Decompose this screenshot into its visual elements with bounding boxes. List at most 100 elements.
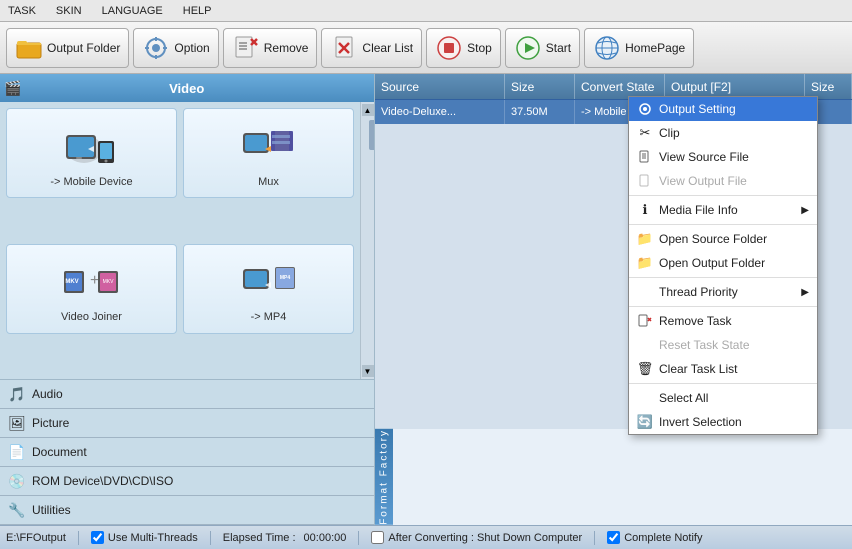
scroll-thumb[interactable] — [369, 120, 375, 150]
multi-threads-section: Use Multi-Threads — [91, 531, 198, 544]
start-button[interactable]: Start — [505, 28, 580, 68]
homepage-icon — [593, 34, 621, 62]
ctx-divider-3 — [629, 277, 817, 278]
sidebar-item-picture[interactable]: 🖼 Picture — [0, 409, 374, 438]
output-setting-icon — [637, 101, 653, 117]
remove-icon — [232, 34, 260, 62]
after-converting-section: After Converting : Shut Down Computer — [371, 531, 582, 544]
ctx-invert-selection[interactable]: 🔄 Invert Selection — [629, 410, 817, 434]
elapsed-label: Elapsed Time : — [223, 532, 296, 544]
ctx-open-output-folder[interactable]: 📁 Open Output Folder — [629, 251, 817, 275]
use-multi-threads-checkbox[interactable] — [91, 531, 104, 544]
svg-text:MKV: MKV — [65, 279, 78, 285]
menu-help[interactable]: HELP — [179, 3, 216, 19]
media-info-arrow: ▶ — [801, 205, 809, 216]
output-path: E:\FFOutput — [6, 532, 66, 544]
scroll-down-arrow[interactable]: ▼ — [362, 365, 374, 377]
card-mobile-device[interactable]: -> Mobile Device — [6, 108, 177, 198]
ctx-media-file-info[interactable]: ℹ Media File Info ▶ — [629, 198, 817, 222]
clip-icon: ✂ — [637, 125, 653, 141]
side-list: 🎵 Audio 🖼 Picture 📄 Document 💿 ROM Devic… — [0, 379, 374, 525]
sidebar-item-rom[interactable]: 💿 ROM Device\DVD\CD\ISO — [0, 467, 374, 496]
document-icon: 📄 — [8, 443, 26, 461]
scroll-up-arrow[interactable]: ▲ — [362, 104, 374, 116]
mobile-device-icon — [62, 119, 122, 174]
left-scrollbar[interactable]: ▲ ▼ — [360, 102, 374, 379]
card-video-joiner[interactable]: MKV + MKV Video Joiner — [6, 244, 177, 334]
complete-notify-checkbox[interactable] — [607, 531, 620, 544]
mobile-device-label: -> Mobile Device — [50, 176, 132, 188]
ctx-divider-4 — [629, 306, 817, 307]
ctx-reset-task-state[interactable]: Reset Task State — [629, 333, 817, 357]
status-divider-3 — [358, 531, 359, 545]
homepage-button[interactable]: HomePage — [584, 28, 694, 68]
menu-task[interactable]: TASK — [4, 3, 40, 19]
output-path-section: E:\FFOutput — [6, 532, 66, 544]
remove-task-icon — [637, 313, 653, 329]
picture-icon: 🖼 — [8, 414, 26, 432]
remove-label: Remove — [264, 41, 309, 55]
svg-text:MP4: MP4 — [279, 275, 290, 281]
toolbar: Output Folder Option — [0, 22, 852, 74]
reset-task-state-icon — [637, 337, 653, 353]
td-source: Video-Deluxe... — [375, 100, 505, 124]
start-icon — [514, 34, 542, 62]
left-panel-header: 🎬 Video — [0, 74, 374, 102]
utilities-icon: 🔧 — [8, 501, 26, 519]
status-divider-1 — [78, 531, 79, 545]
left-panel: 🎬 Video — [0, 74, 375, 525]
video-joiner-label: Video Joiner — [61, 311, 122, 323]
ctx-view-source-file[interactable]: View Source File — [629, 145, 817, 169]
ctx-open-source-folder[interactable]: 📁 Open Source Folder — [629, 227, 817, 251]
status-bar: E:\FFOutput Use Multi-Threads Elapsed Ti… — [0, 525, 852, 549]
after-converting-label: After Converting : Shut Down Computer — [388, 532, 582, 544]
menu-language[interactable]: LANGUAGE — [98, 3, 167, 19]
left-panel-title: Video — [169, 81, 204, 96]
cards-grid-container: -> Mobile Device — [0, 102, 374, 379]
card-mp4[interactable]: MP4 -> MP4 — [183, 244, 354, 334]
mp4-icon: MP4 — [239, 254, 299, 309]
media-file-info-icon: ℹ — [637, 202, 653, 218]
ctx-divider-1 — [629, 195, 817, 196]
clear-task-list-icon: 🗑 — [637, 361, 653, 377]
mp4-label: -> MP4 — [251, 311, 287, 323]
output-folder-button[interactable]: Output Folder — [6, 28, 129, 68]
thread-priority-icon — [637, 284, 653, 300]
thread-priority-arrow: ▶ — [801, 287, 809, 298]
ctx-remove-task[interactable]: Remove Task — [629, 309, 817, 333]
ctx-clear-task-list[interactable]: 🗑 Clear Task List — [629, 357, 817, 381]
category-grid: -> Mobile Device — [0, 102, 360, 379]
context-menu: Output Setting ✂ Clip View Source File V… — [628, 96, 818, 435]
film-icon: 🎬 — [4, 80, 21, 97]
audio-icon: 🎵 — [8, 385, 26, 403]
after-converting-checkbox[interactable] — [371, 531, 384, 544]
ctx-divider-2 — [629, 224, 817, 225]
view-output-file-icon — [637, 173, 653, 189]
remove-button[interactable]: Remove — [223, 28, 318, 68]
complete-notify-label: Complete Notify — [624, 532, 702, 544]
sidebar-item-document[interactable]: 📄 Document — [0, 438, 374, 467]
invert-selection-icon: 🔄 — [637, 414, 653, 430]
option-button[interactable]: Option — [133, 28, 218, 68]
ctx-output-setting[interactable]: Output Setting — [629, 97, 817, 121]
view-source-file-icon — [637, 149, 653, 165]
mux-icon — [239, 119, 299, 174]
ctx-thread-priority[interactable]: Thread Priority ▶ — [629, 280, 817, 304]
mux-label: Mux — [258, 176, 279, 188]
sidebar-item-utilities[interactable]: 🔧 Utilities — [0, 496, 374, 525]
ctx-divider-5 — [629, 383, 817, 384]
start-label: Start — [546, 41, 571, 55]
sidebar-item-audio[interactable]: 🎵 Audio — [0, 380, 374, 409]
col-source: Source — [375, 74, 505, 99]
ctx-clip[interactable]: ✂ Clip — [629, 121, 817, 145]
clear-list-button[interactable]: Clear List — [321, 28, 422, 68]
select-all-icon — [637, 390, 653, 406]
elapsed-time-section: Elapsed Time : 00:00:00 — [223, 532, 347, 544]
clear-list-label: Clear List — [362, 41, 413, 55]
ctx-view-output-file[interactable]: View Output File — [629, 169, 817, 193]
svg-text:+: + — [90, 272, 99, 289]
stop-button[interactable]: Stop — [426, 28, 501, 68]
menu-skin[interactable]: SKIN — [52, 3, 86, 19]
card-mux[interactable]: Mux — [183, 108, 354, 198]
ctx-select-all[interactable]: Select All — [629, 386, 817, 410]
